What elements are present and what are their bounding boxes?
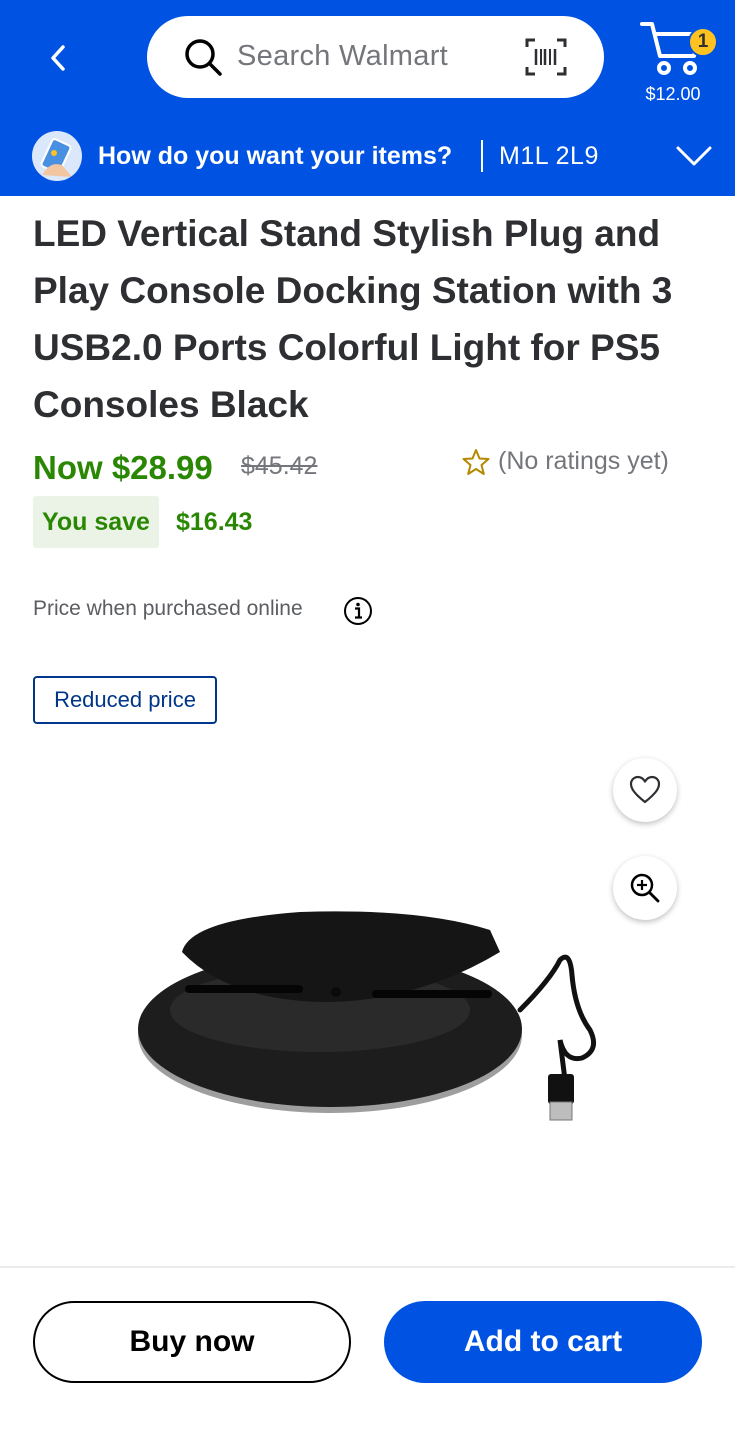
- cart-count-badge: 1: [688, 27, 718, 57]
- delivery-divider: [481, 140, 483, 172]
- back-button[interactable]: [36, 34, 80, 82]
- add-to-cart-button[interactable]: Add to cart: [384, 1301, 702, 1383]
- was-price: $45.42: [241, 452, 318, 480]
- rating-summary[interactable]: (No ratings yet): [462, 447, 669, 476]
- price-note: Price when purchased online: [33, 597, 303, 620]
- search-icon: [185, 39, 222, 76]
- search-placeholder[interactable]: Search Walmart: [237, 40, 448, 73]
- ratings-text: (No ratings yet): [498, 447, 669, 475]
- barcode-scan-icon[interactable]: [524, 37, 568, 77]
- save-amount: $16.43: [176, 508, 253, 536]
- delivery-question: How do you want your items?: [98, 142, 453, 170]
- favorite-button[interactable]: [613, 758, 677, 822]
- cart-total: $12.00: [645, 84, 701, 104]
- star-icon: [462, 448, 490, 475]
- back-chevron-icon: [51, 45, 65, 71]
- delivery-selector[interactable]: How do you want your items? M1L 2L9: [0, 126, 735, 188]
- reduced-price-badge: Reduced price: [33, 676, 217, 724]
- top-header: Search Walmart 1 $12.00 How do you want: [0, 0, 735, 196]
- product-image[interactable]: [120, 890, 620, 1150]
- info-icon[interactable]: [343, 596, 373, 626]
- buy-now-button[interactable]: Buy now: [33, 1301, 351, 1383]
- delivery-illustration-icon: [32, 131, 82, 181]
- search-bar[interactable]: Search Walmart: [147, 16, 604, 98]
- postal-code: M1L 2L9: [499, 142, 599, 170]
- chevron-down-icon: [676, 146, 712, 166]
- heart-icon: [629, 775, 661, 804]
- cart-button[interactable]: 1 $12.00: [638, 16, 724, 112]
- you-save-badge: You save: [33, 496, 159, 548]
- product-title: LED Vertical Stand Stylish Plug and Play…: [33, 213, 673, 425]
- current-price: Now $28.99: [33, 449, 213, 486]
- zoom-button[interactable]: [613, 856, 677, 920]
- zoom-in-icon: [630, 873, 660, 903]
